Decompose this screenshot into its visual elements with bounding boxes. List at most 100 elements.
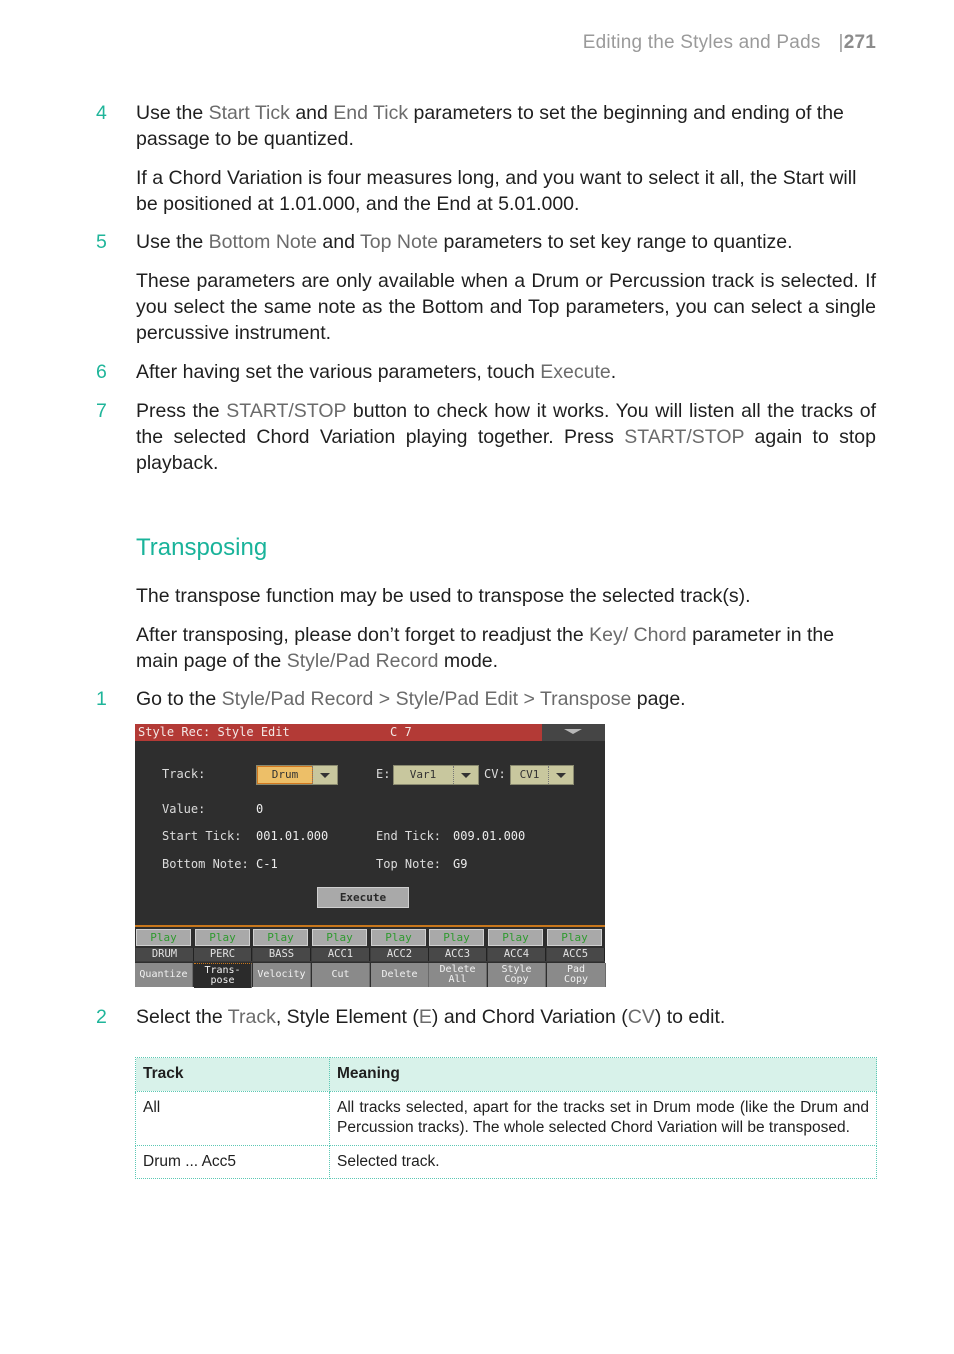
page-title: Style Rec: Style Edit [138, 725, 290, 739]
end-tick-value[interactable]: 009.01.000 [453, 829, 525, 843]
play-button-acc4[interactable]: Play [488, 929, 543, 946]
tab-quantize[interactable]: Quantize [135, 963, 193, 987]
text: . [610, 361, 617, 383]
step-number: 2 [96, 1006, 107, 1028]
track-name: ACC1 [312, 948, 370, 961]
tab-label: Quantize [139, 969, 188, 980]
running-header: Editing the Styles and Pads |271 [583, 32, 876, 54]
tab-transpose[interactable]: Trans- pose [194, 963, 252, 988]
top-note-value[interactable]: G9 [453, 857, 467, 871]
tab-pad-copy[interactable]: Pad Copy [547, 963, 606, 987]
play-button-acc5[interactable]: Play [547, 929, 602, 946]
element-select[interactable]: Var1 [393, 765, 479, 785]
track-select[interactable]: Drum [256, 765, 338, 785]
title-bar: Style Rec: Style Edit C 7 [135, 724, 605, 741]
text: After having set the various parameters,… [136, 361, 541, 383]
section-name: Editing the Styles and Pads [582, 32, 821, 53]
play-button-drum[interactable]: Play [136, 929, 191, 946]
play-buttons-row: Play Play Play Play Play Play Play Play [135, 929, 605, 946]
play-button-bass[interactable]: Play [253, 929, 308, 946]
tab-velocity[interactable]: Velocity [253, 963, 311, 987]
step-2-text: Select the Track, Style Element (E) and … [136, 1004, 876, 1030]
page-number: 271 [843, 32, 876, 53]
start-tick-label: Start Tick: [162, 829, 242, 843]
text: parameters to set key range to quantize. [438, 231, 793, 253]
column-header: Meaning [329, 1057, 877, 1092]
step-number: 6 [96, 361, 107, 383]
param-top-note: Top Note [360, 231, 439, 253]
track-name: ACC5 [547, 948, 605, 961]
text: ) to edit. [654, 1006, 726, 1028]
value-label: Value: [162, 802, 206, 816]
tab-delete[interactable]: Delete [371, 963, 429, 987]
tab-cut[interactable]: Cut [312, 963, 370, 987]
table-row: All All tracks selected, apart for the t… [135, 1090, 877, 1146]
track-name: BASS [253, 948, 311, 961]
navigation-path: Style/Pad Record > Style/Pad Edit > Tran… [221, 688, 632, 710]
param-start-tick: Start Tick [208, 102, 290, 124]
cv-label: CV: [484, 767, 506, 781]
play-button-acc3[interactable]: Play [429, 929, 484, 946]
tab-style-copy[interactable]: Style Copy [488, 963, 546, 987]
mode-style-pad-record: Style/Pad Record [286, 650, 439, 672]
text: Select the [136, 1006, 228, 1028]
button-ref-start-stop: START/STOP [624, 426, 745, 448]
step-4-text: Use the Start Tick and End Tick paramete… [136, 100, 876, 152]
play-button-perc[interactable]: Play [195, 929, 250, 946]
chord-display: C 7 [390, 725, 412, 739]
track-name: ACC3 [429, 948, 487, 961]
meaning-cell: Selected track. [329, 1144, 877, 1179]
step-number: 5 [96, 231, 107, 253]
track-name: ACC2 [371, 948, 429, 961]
bottom-note-label: Bottom Note: [162, 857, 249, 871]
divider [135, 925, 605, 927]
chevron-down-icon [564, 729, 582, 734]
page-menu-button[interactable] [542, 724, 605, 741]
text: page. [631, 688, 686, 710]
tab-label: Cut [331, 969, 350, 980]
param-e: E [418, 1006, 432, 1028]
text: Use the [136, 102, 209, 124]
text: mode. [438, 650, 499, 672]
tab-delete-all[interactable]: Delete All [429, 963, 487, 987]
dropdown-arrow [453, 766, 478, 784]
track-cell: All [135, 1090, 330, 1146]
text: and [317, 231, 361, 253]
chevron-down-icon [461, 773, 471, 778]
param-key-chord: Key/ Chord [589, 624, 687, 646]
tab-label: Style Copy [501, 964, 532, 985]
column-header: Track [135, 1057, 330, 1092]
param-end-tick: End Tick [333, 102, 409, 124]
chord-variation-select[interactable]: CV1 [510, 765, 574, 785]
tab-label: Velocity [257, 969, 306, 980]
step-number: 4 [96, 102, 107, 124]
track-names-row: DRUM PERC BASS ACC1 ACC2 ACC3 ACC4 ACC5 [135, 948, 605, 962]
top-note-label: Top Note: [376, 857, 442, 871]
after-transpose-note: After transposing, please don’t forget t… [136, 622, 876, 674]
play-button-acc2[interactable]: Play [371, 929, 426, 946]
track-cell: Drum ... Acc5 [135, 1144, 330, 1179]
chevron-down-icon [556, 773, 566, 778]
step-7-text: Press the START/STOP button to check how… [136, 398, 876, 476]
track-name: DRUM [136, 948, 194, 961]
chevron-down-icon [320, 773, 330, 778]
text: Go to the [136, 688, 222, 710]
step-1-text: Go to the Style/Pad Record > Style/Pad E… [136, 686, 876, 712]
cv-value: CV1 [519, 768, 540, 781]
track-name: PERC [194, 948, 252, 961]
step-5-text: Use the Bottom Note and Top Note paramet… [136, 229, 876, 255]
element-value: Var1 [409, 768, 437, 781]
text: and [289, 102, 334, 124]
transpose-value[interactable]: 0 [256, 802, 263, 816]
meaning-cell: All tracks selected, apart for the track… [329, 1090, 877, 1146]
tab-label: Delete All [439, 964, 476, 985]
start-tick-value[interactable]: 001.01.000 [256, 829, 328, 843]
text: After transposing, please don’t forget t… [136, 624, 590, 646]
track-meaning-table: Track Meaning All All tracks selected, a… [135, 1057, 877, 1179]
bottom-note-value[interactable]: C-1 [256, 857, 278, 871]
text: Press the [136, 400, 227, 422]
execute-button[interactable]: Execute [317, 887, 409, 908]
play-button-acc1[interactable]: Play [312, 929, 367, 946]
text: ) and Chord Variation ( [431, 1006, 628, 1028]
transpose-page-screenshot: Style Rec: Style Edit C 7 Track: Drum E:… [135, 724, 606, 988]
